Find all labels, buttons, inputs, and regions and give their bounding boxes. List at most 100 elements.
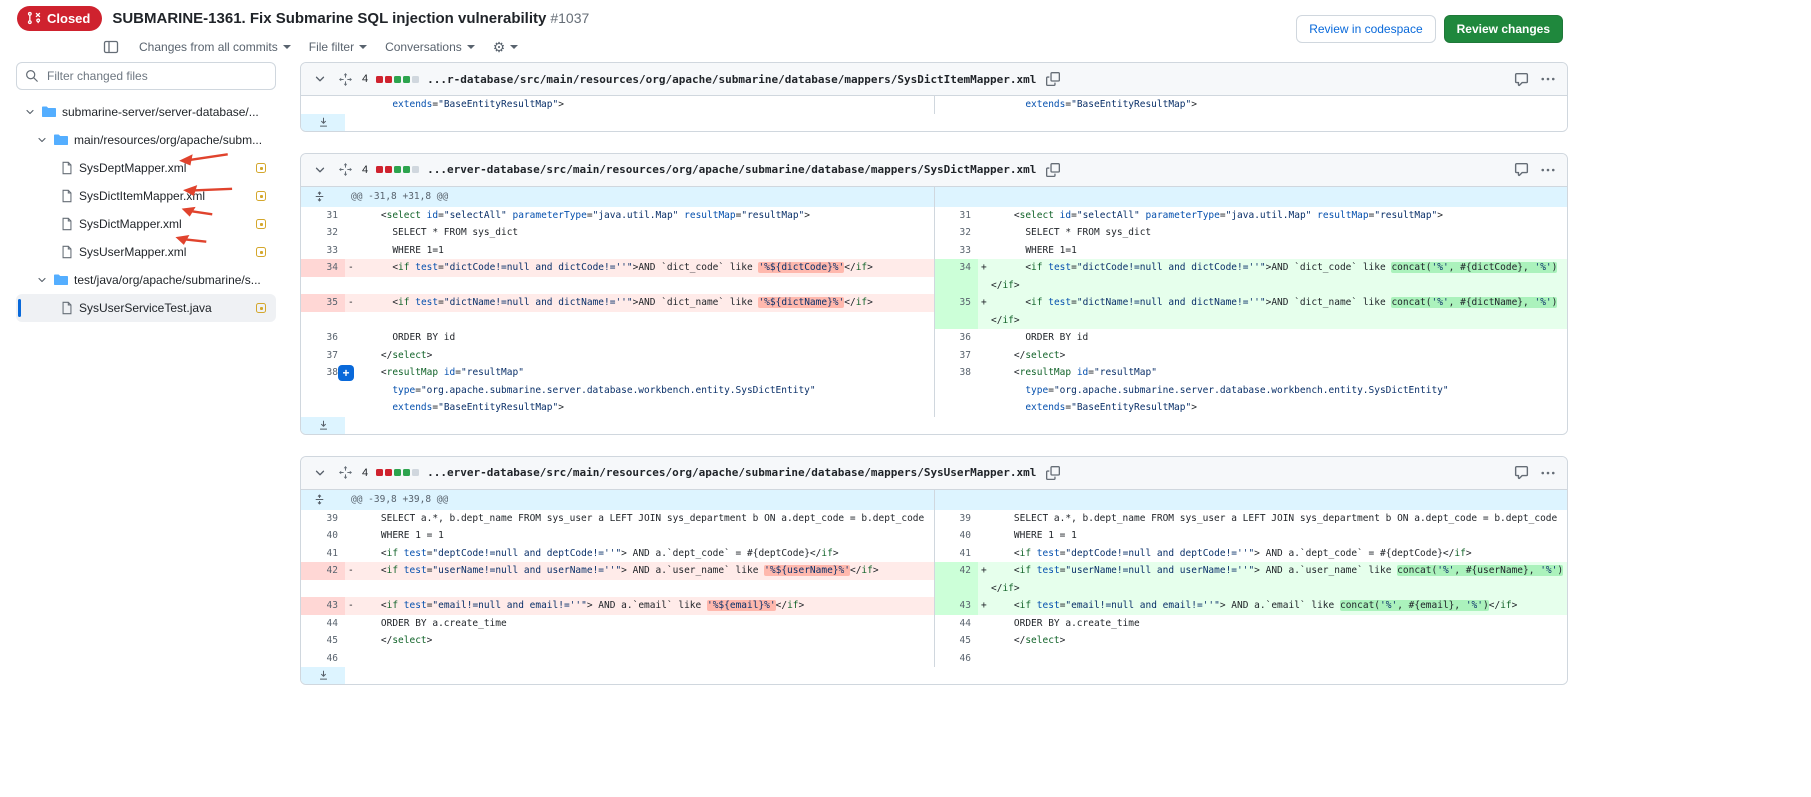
diffstat-square-del	[385, 76, 392, 83]
diffstat-square-del	[376, 76, 383, 83]
new-line-number[interactable]	[934, 312, 978, 330]
expand-row	[301, 667, 1567, 684]
kebab-menu-icon[interactable]	[1539, 161, 1557, 179]
new-line-number[interactable]: 39	[934, 510, 978, 528]
kebab-menu-icon[interactable]	[1539, 464, 1557, 482]
new-line-number[interactable]: 42	[934, 562, 978, 580]
new-line-number[interactable]: 31	[934, 207, 978, 225]
diff-line-row: 41 <if test="deptCode!=null and deptCode…	[301, 545, 1567, 563]
collapse-file-chevron-icon[interactable]	[311, 464, 329, 482]
tree-file-sysdictmapper-xml[interactable]: SysDictMapper.xml	[16, 210, 276, 238]
diffstat-squares	[376, 469, 419, 476]
old-line-number[interactable]: 38+	[301, 364, 345, 382]
diff-body: @@ -39,8 +39,8 @@39 SELECT a.*, b.dept_n…	[301, 490, 1567, 685]
new-line-number[interactable]: 33	[934, 242, 978, 260]
tree-folder-test-java-org-apache-submarine-s[interactable]: test/java/org/apache/submarine/s...	[16, 266, 276, 294]
filter-changed-files-input[interactable]	[16, 62, 276, 90]
old-line-number[interactable]: 45	[301, 632, 345, 650]
old-line-number[interactable]: 42	[301, 562, 345, 580]
copy-path-icon[interactable]	[1044, 464, 1062, 482]
old-line-number[interactable]: 32	[301, 224, 345, 242]
old-line-number[interactable]: 37	[301, 347, 345, 365]
old-line-number[interactable]	[301, 399, 345, 417]
diff-settings-gear-button[interactable]: ⚙	[493, 40, 519, 54]
old-line-number[interactable]: 31	[301, 207, 345, 225]
collapse-file-chevron-icon[interactable]	[311, 161, 329, 179]
expand-hunk-button[interactable]	[301, 490, 338, 510]
new-line-number[interactable]: 44	[934, 615, 978, 633]
old-line-number[interactable]: 33	[301, 242, 345, 260]
file-icon	[60, 189, 74, 203]
kebab-menu-icon[interactable]	[1539, 70, 1557, 88]
collapse-file-chevron-icon[interactable]	[311, 70, 329, 88]
review-changes-button[interactable]: Review changes	[1444, 15, 1563, 43]
new-line-number[interactable]: 34	[934, 259, 978, 277]
tree-file-sysusermapper-xml[interactable]: SysUserMapper.xml	[16, 238, 276, 266]
old-line-number[interactable]	[301, 312, 345, 330]
tree-folder-submarine-server-server-database[interactable]: submarine-server/server-database/...	[16, 98, 276, 126]
expand-down-button[interactable]	[301, 114, 345, 131]
tree-file-sysuserservicetest-java[interactable]: SysUserServiceTest.java	[16, 294, 276, 322]
pr-status-label: Closed	[47, 11, 90, 26]
old-line-number[interactable]: 36	[301, 329, 345, 347]
new-line-number[interactable]	[934, 382, 978, 400]
old-line-number[interactable]: 40	[301, 527, 345, 545]
new-line-number[interactable]: 37	[934, 347, 978, 365]
new-line-number[interactable]	[934, 580, 978, 598]
comment-icon[interactable]	[1512, 463, 1531, 482]
diff-line-row: 42- <if test="userName!=null and userNam…	[301, 562, 1567, 580]
diff-body: extends="BaseEntityResultMap"> extends="…	[301, 96, 1567, 131]
modified-status-icon	[256, 247, 266, 257]
old-line-code	[345, 650, 934, 668]
file-filter-dropdown[interactable]: File filter	[309, 40, 367, 54]
conversations-dropdown[interactable]: Conversations	[385, 40, 475, 54]
sidebar-layout-icon	[103, 39, 119, 55]
old-line-number[interactable]	[301, 96, 345, 114]
new-line-number[interactable]: 32	[934, 224, 978, 242]
new-line-number[interactable]: 45	[934, 632, 978, 650]
new-line-number[interactable]: 46	[934, 650, 978, 668]
move-handle-icon[interactable]	[337, 464, 354, 481]
old-line-number[interactable]: 41	[301, 545, 345, 563]
tree-file-sysdeptmapper-xml[interactable]: SysDeptMapper.xml	[16, 154, 276, 182]
new-line-number[interactable]	[934, 277, 978, 295]
old-line-number[interactable]: 44	[301, 615, 345, 633]
expand-down-cell	[301, 667, 345, 684]
old-line-number[interactable]: 43	[301, 597, 345, 615]
old-line-code: </select>	[345, 632, 934, 650]
old-line-number[interactable]: 35	[301, 294, 345, 312]
old-line-code: extends="BaseEntityResultMap">	[345, 96, 934, 114]
old-line-number[interactable]	[301, 382, 345, 400]
diff-line-row: 40 WHERE 1 = 140 WHERE 1 = 1	[301, 527, 1567, 545]
move-handle-icon[interactable]	[337, 161, 354, 178]
expand-down-button[interactable]	[301, 417, 345, 434]
chevron-down-icon	[36, 273, 48, 287]
comment-icon[interactable]	[1512, 160, 1531, 179]
tree-folder-main-resources-org-apache-subm[interactable]: main/resources/org/apache/subm...	[16, 126, 276, 154]
old-line-number[interactable]: 39	[301, 510, 345, 528]
move-handle-icon[interactable]	[337, 71, 354, 88]
copy-path-icon[interactable]	[1044, 161, 1062, 179]
expand-hunk-button[interactable]	[301, 187, 338, 207]
review-in-codespace-button[interactable]: Review in codespace	[1296, 15, 1435, 43]
old-line-number[interactable]: 46	[301, 650, 345, 668]
new-line-number[interactable]: 43	[934, 597, 978, 615]
toggle-file-tree-button[interactable]	[101, 37, 121, 57]
new-line-number[interactable]: 38	[934, 364, 978, 382]
add-line-comment-button[interactable]: +	[338, 365, 354, 381]
tree-file-sysdictitemmapper-xml[interactable]: SysDictItemMapper.xml	[16, 182, 276, 210]
old-line-number[interactable]	[301, 277, 345, 295]
new-line-number[interactable]	[934, 96, 978, 114]
diff-line-row: 37 </select>37 </select>	[301, 347, 1567, 365]
changes-from-dropdown[interactable]: Changes from all commits	[139, 40, 291, 54]
new-line-number[interactable]: 40	[934, 527, 978, 545]
new-line-number[interactable]: 41	[934, 545, 978, 563]
old-line-number[interactable]	[301, 580, 345, 598]
comment-icon[interactable]	[1512, 70, 1531, 89]
new-line-number[interactable]: 36	[934, 329, 978, 347]
expand-down-button[interactable]	[301, 667, 345, 684]
old-line-number[interactable]: 34	[301, 259, 345, 277]
new-line-number[interactable]: 35	[934, 294, 978, 312]
new-line-number[interactable]	[934, 399, 978, 417]
copy-path-icon[interactable]	[1044, 70, 1062, 88]
